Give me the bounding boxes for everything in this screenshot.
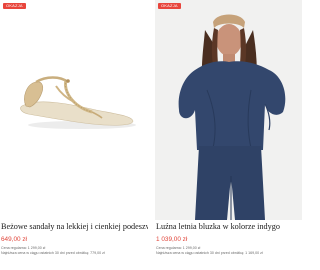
- product-price: 1 039,00 zł: [156, 236, 188, 243]
- product-title[interactable]: Luźna letnia bluzka w kolorze indygo: [156, 222, 303, 232]
- product-card[interactable]: OKAZJA Luźna letnia bluzka w kolorze ind…: [155, 0, 302, 270]
- product-card[interactable]: OKAZJA Beżowe sandały na lekkiej i cienk…: [0, 0, 148, 270]
- sandal-image: [20, 76, 136, 129]
- product-image-link[interactable]: OKAZJA: [155, 0, 302, 220]
- product-price: 649,00 zł: [1, 236, 27, 243]
- product-image-link[interactable]: OKAZJA: [0, 0, 147, 220]
- product-title[interactable]: Beżowe sandały na lekkiej i cienkiej pod…: [1, 222, 148, 232]
- lowest-price-note: Najniższa cena w ciągu ostatnich 30 dni …: [1, 251, 105, 255]
- model-image: [178, 14, 286, 220]
- lowest-price-note: Najniższa cena w ciągu ostatnich 30 dni …: [156, 251, 263, 255]
